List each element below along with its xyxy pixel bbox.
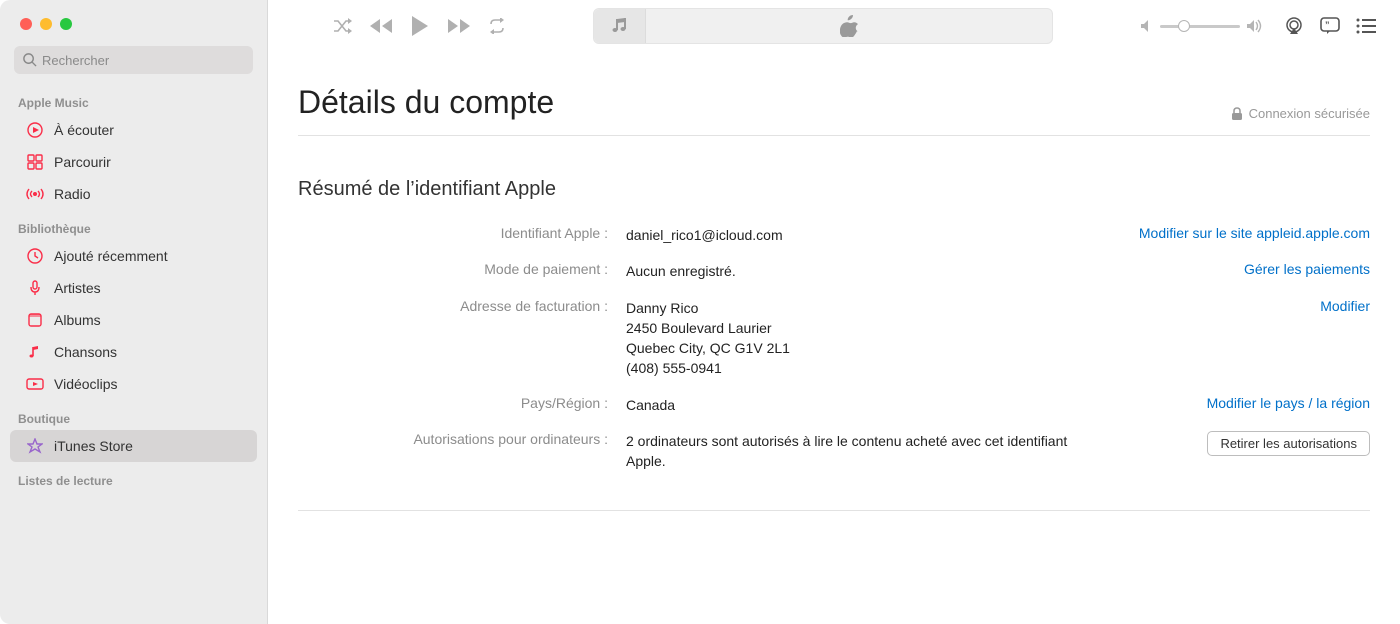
sidebar-section-store: Boutique: [0, 400, 267, 430]
billing-line2: Quebec City, QC G1V 2L1: [626, 338, 1106, 358]
grid-icon: [26, 154, 44, 170]
sidebar-item-label: Artistes: [54, 280, 101, 296]
volume-control[interactable]: [1140, 19, 1264, 33]
page-title: Détails du compte: [298, 84, 554, 121]
sidebar-item-label: Radio: [54, 186, 91, 202]
sidebar-item-albums[interactable]: Albums: [0, 304, 267, 336]
music-note-icon: [26, 344, 44, 360]
row-label: Identifiant Apple :: [298, 225, 608, 241]
lock-icon: [1231, 107, 1243, 121]
queue-icon[interactable]: [1356, 18, 1376, 34]
sidebar: Apple Music À écouter Parcourir Radio Bi…: [0, 0, 268, 624]
sidebar-item-browse[interactable]: Parcourir: [0, 146, 267, 178]
sidebar-item-label: À écouter: [54, 122, 114, 138]
row-authorizations: Autorisations pour ordinateurs : 2 ordin…: [298, 423, 1370, 480]
manage-payments-link[interactable]: Gérer les paiements: [1244, 261, 1370, 277]
row-label: Pays/Région :: [298, 395, 608, 411]
music-library-icon[interactable]: [594, 9, 646, 43]
row-value-country: Canada: [626, 395, 1106, 415]
minimize-window-button[interactable]: [40, 18, 52, 30]
billing-name: Danny Rico: [626, 298, 1106, 318]
billing-phone: (408) 555-0941: [626, 358, 1106, 378]
divider: [298, 510, 1370, 511]
maximize-window-button[interactable]: [60, 18, 72, 30]
row-label: Mode de paiement :: [298, 261, 608, 277]
video-icon: [26, 376, 44, 392]
window-controls: [0, 0, 267, 46]
repeat-icon[interactable]: [488, 18, 506, 34]
row-label: Autorisations pour ordinateurs :: [298, 431, 608, 447]
previous-track-icon[interactable]: [370, 17, 392, 35]
sidebar-section-playlists: Listes de lecture: [0, 462, 267, 492]
now-playing-bar[interactable]: [593, 8, 1053, 44]
secure-connection-label: Connexion sécurisée: [1231, 106, 1370, 121]
deauthorize-all-button[interactable]: Retirer les autorisations: [1207, 431, 1370, 456]
section-title-apple-id: Résumé de l’identifiant Apple: [298, 178, 1370, 201]
volume-low-icon: [1140, 19, 1154, 33]
content-area: Détails du compte Connexion sécurisée Ré…: [268, 52, 1400, 511]
sidebar-item-for-you[interactable]: À écouter: [0, 114, 267, 146]
sidebar-section-apple-music: Apple Music: [0, 84, 267, 114]
topbar: ”: [268, 0, 1400, 52]
volume-slider-knob[interactable]: [1178, 20, 1190, 32]
search-icon: [22, 52, 37, 67]
sidebar-item-label: Ajouté récemment: [54, 248, 168, 264]
change-country-link[interactable]: Modifier le pays / la région: [1207, 395, 1370, 411]
shuffle-icon[interactable]: [332, 17, 352, 35]
search-input[interactable]: [14, 46, 253, 74]
apple-logo-icon: [646, 15, 1052, 37]
sidebar-item-artists[interactable]: Artistes: [0, 272, 267, 304]
sidebar-item-label: Parcourir: [54, 154, 111, 170]
microphone-icon: [26, 280, 44, 296]
sidebar-item-label: Chansons: [54, 344, 117, 360]
edit-billing-link[interactable]: Modifier: [1320, 298, 1370, 314]
row-value-billing: Danny Rico 2450 Boulevard Laurier Quebec…: [626, 298, 1106, 379]
edit-apple-id-link[interactable]: Modifier sur le site appleid.apple.com: [1139, 225, 1370, 241]
album-icon: [26, 312, 44, 328]
row-country: Pays/Région : Canada Modifier le pays / …: [298, 387, 1370, 423]
sidebar-item-songs[interactable]: Chansons: [0, 336, 267, 368]
clock-icon: [26, 248, 44, 264]
row-billing: Adresse de facturation : Danny Rico 2450…: [298, 290, 1370, 387]
next-track-icon[interactable]: [448, 17, 470, 35]
sidebar-item-label: iTunes Store: [54, 438, 133, 454]
main-pane: ” Détails du compte Connexion sécurisée …: [268, 0, 1400, 624]
row-apple-id: Identifiant Apple : daniel_rico1@icloud.…: [298, 217, 1370, 253]
sidebar-item-radio[interactable]: Radio: [0, 178, 267, 210]
billing-line1: 2450 Boulevard Laurier: [626, 318, 1106, 338]
row-value-apple-id: daniel_rico1@icloud.com: [626, 225, 1106, 245]
sidebar-section-library: Bibliothèque: [0, 210, 267, 240]
play-circle-icon: [26, 122, 44, 138]
sidebar-item-itunes-store[interactable]: iTunes Store: [10, 430, 257, 462]
sidebar-item-label: Albums: [54, 312, 101, 328]
row-label: Adresse de facturation :: [298, 298, 608, 314]
row-value-auth: 2 ordinateurs sont autorisés à lire le c…: [626, 431, 1106, 472]
close-window-button[interactable]: [20, 18, 32, 30]
sidebar-item-videos[interactable]: Vidéoclips: [0, 368, 267, 400]
sidebar-item-recently-added[interactable]: Ajouté récemment: [0, 240, 267, 272]
volume-slider[interactable]: [1160, 25, 1240, 28]
play-icon[interactable]: [410, 15, 430, 37]
volume-high-icon: [1246, 19, 1264, 33]
lyrics-icon[interactable]: ”: [1320, 17, 1340, 35]
radio-icon: [26, 186, 44, 202]
airplay-icon[interactable]: [1284, 17, 1304, 35]
svg-text:”: ”: [1325, 20, 1330, 30]
row-payment: Mode de paiement : Aucun enregistré. Gér…: [298, 253, 1370, 289]
row-value-payment: Aucun enregistré.: [626, 261, 1106, 281]
sidebar-item-label: Vidéoclips: [54, 376, 118, 392]
star-icon: [26, 438, 44, 454]
